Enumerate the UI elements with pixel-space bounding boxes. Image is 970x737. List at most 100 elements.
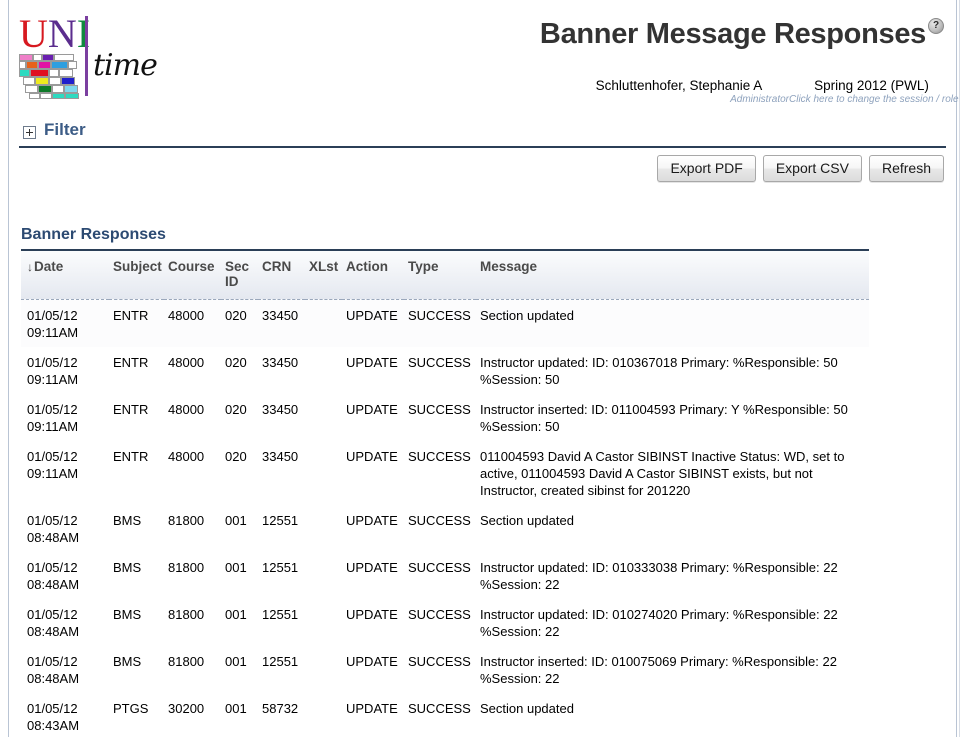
cell-sec_id: 020 [221,347,258,394]
window-scroll-gutter[interactable] [959,0,970,737]
cell-message: Instructor inserted: ID: 010075069 Prima… [476,646,869,693]
table-row[interactable]: 01/05/12 08:48AM BMS 81800 001 12551 UPDATE SU… [21,646,869,693]
table-row[interactable]: 01/05/12 08:48AM BMS 81800 001 12551 UPDATE SU… [21,505,869,552]
cell-sec_id: 020 [221,441,258,505]
table-row[interactable]: 01/05/12 09:11AM ENTR 48000 020 33450 UPDATE S… [21,441,869,505]
cell-sec_id: 001 [221,646,258,693]
unitime-logo[interactable]: UNI time [17,14,158,102]
export-csv-button[interactable]: Export CSV [762,155,862,182]
logo-timetable-grid-icon [19,54,83,99]
column-header-sec_id[interactable]: Sec ID [221,251,258,300]
cell-sec_id: 001 [221,552,258,599]
cell-xlst [305,552,342,599]
logo-grid-cell [38,61,51,69]
logo-grid-cell [59,69,73,77]
logo-letter-n: N [47,11,77,56]
cell-action: UPDATE [342,394,404,441]
column-header-crn[interactable]: CRN [258,251,305,300]
cell-type: SUCCESS [404,646,476,693]
cell-xlst [305,505,342,552]
table-row[interactable]: 01/05/12 09:11AM ENTR 48000 020 33450 UPDATE S… [21,347,869,394]
logo-uni-text: UNI [19,14,90,54]
cell-subject: BMS [109,552,164,599]
column-header-label: CRN [262,259,292,274]
cell-xlst [305,299,342,347]
table-row[interactable]: 01/05/12 08:48AM BMS 81800 001 12551 UPDATE SU… [21,599,869,646]
column-header-label: Action [346,259,388,274]
app-screenshot: UNI time Banner Message Responses ? Schl… [0,0,970,737]
column-header-xlst[interactable]: XLst [305,251,342,300]
refresh-button[interactable]: Refresh [868,155,944,182]
cell-action: UPDATE [342,552,404,599]
cell-message: Instructor updated: ID: 010274020 Primar… [476,599,869,646]
page-header: UNI time Banner Message Responses ? Schl… [9,0,961,118]
logo-grid-cell [25,85,38,93]
filter-label[interactable]: Filter [44,120,86,140]
cell-subject: BMS [109,646,164,693]
logo-letter-i: I [76,11,91,56]
column-header-type[interactable]: Type [404,251,476,300]
cell-xlst [305,394,342,441]
cell-message: 011004593 David A Castor SIBINST Inactiv… [476,441,869,505]
cell-subject: ENTR [109,347,164,394]
banner-responses-table: ↓Date Subject Course Sec ID CRN XLst Action Typ… [21,251,869,737]
logo-grid-cell [68,61,77,69]
export-pdf-button[interactable]: Export PDF [657,155,756,182]
cell-date: 01/05/12 09:11AM [21,299,109,347]
table-row[interactable]: 01/05/12 09:11AM ENTR 48000 020 33450 UPDATE S… [21,299,869,347]
cell-type: SUCCESS [404,505,476,552]
plus-box-icon[interactable] [23,126,36,139]
cell-action: UPDATE [342,299,404,347]
table-header-row: ↓Date Subject Course Sec ID CRN XLst Action Typ… [21,251,869,300]
cell-action: UPDATE [342,646,404,693]
cell-sec_id: 001 [221,693,258,737]
cell-date: 01/05/12 08:43AM [21,693,109,737]
column-header-label: Subject [113,259,162,274]
table-row[interactable]: 01/05/12 08:48AM BMS 81800 001 12551 UPDATE SU… [21,552,869,599]
column-header-label: Course [168,259,215,274]
cell-sec_id: 020 [221,299,258,347]
logo-grid-cell [49,77,61,85]
cell-course: 48000 [164,441,221,505]
cell-date: 01/05/12 08:48AM [21,646,109,693]
cell-course: 48000 [164,299,221,347]
cell-date: 01/05/12 09:11AM [21,441,109,505]
table-row[interactable]: 01/05/12 08:43AM PTGS 30200 001 58732 UPDATE S… [21,693,869,737]
logo-grid-cell [65,93,79,99]
cell-message: Instructor updated: ID: 010333038 Primar… [476,552,869,599]
cell-subject: ENTR [109,299,164,347]
page-title: Banner Message Responses [539,18,926,50]
cell-crn: 12551 [258,599,305,646]
cell-course: 81800 [164,646,221,693]
column-header-message[interactable]: Message [476,251,869,300]
cell-date: 01/05/12 09:11AM [21,394,109,441]
logo-grid-cell [64,85,78,93]
session-info[interactable]: Spring 2012 (PWL) Click here to change t… [789,78,961,105]
cell-course: 81800 [164,599,221,646]
session-name[interactable]: Spring 2012 (PWL) [789,78,954,93]
logo-grid-cell [26,61,38,69]
cell-action: UPDATE [342,693,404,737]
section-title: Banner Responses [21,226,166,243]
session-change-hint[interactable]: Click here to change the session / role. [789,94,961,105]
logo-grid-cell [40,93,52,99]
help-icon[interactable]: ? [928,18,944,34]
column-header-course[interactable]: Course [164,251,221,300]
column-header-action[interactable]: Action [342,251,404,300]
column-header-date[interactable]: ↓Date [21,251,109,300]
logo-grid-cell [49,69,59,77]
cell-subject: BMS [109,599,164,646]
logo-grid-cell [54,54,74,61]
logo-grid-cell [61,77,75,85]
logo-grid-cell [33,54,42,61]
cell-subject: ENTR [109,394,164,441]
table-row[interactable]: 01/05/12 09:11AM ENTR 48000 020 33450 UPDATE S… [21,394,869,441]
cell-action: UPDATE [342,599,404,646]
filter-divider [19,146,946,150]
filter-bar[interactable]: Filter [19,120,946,148]
column-header-subject[interactable]: Subject [109,251,164,300]
user-name: Schluttenhofer, Stephanie A [595,78,763,93]
cell-type: SUCCESS [404,693,476,737]
cell-sec_id: 001 [221,599,258,646]
sort-desc-icon: ↓ [27,260,33,274]
